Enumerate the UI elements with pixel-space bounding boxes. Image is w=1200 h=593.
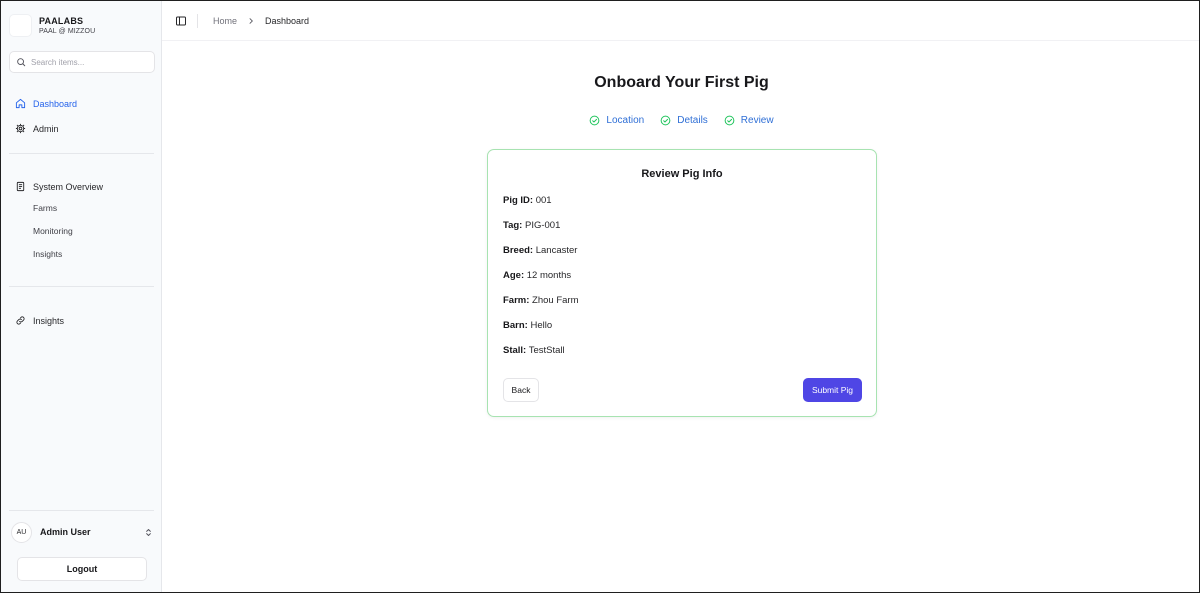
field-value: Hello: [530, 320, 553, 331]
sidebar: PAALABS PAAL @ MIZZOU Dashboard Admin Sy…: [1, 1, 162, 592]
main-content: Home Dashboard Onboard Your First Pig Lo…: [162, 1, 1199, 592]
brand-logo: [9, 14, 32, 37]
check-circle-icon: [724, 115, 735, 126]
sidebar-divider: [9, 510, 154, 511]
field-label: Breed:: [503, 245, 534, 256]
home-icon: [15, 98, 26, 109]
sidebar-subitem-monitoring[interactable]: Monitoring: [33, 226, 73, 236]
field-pig-id: Pig ID: 001: [503, 195, 552, 206]
link-icon: [16, 316, 25, 325]
field-label: Stall:: [503, 345, 527, 356]
document-icon: [16, 181, 25, 192]
avatar: AU: [11, 521, 32, 543]
sidebar-section-system-overview[interactable]: System Overview: [15, 181, 103, 192]
field-value: 12 months: [526, 270, 572, 281]
logout-button[interactable]: Logout: [17, 557, 147, 581]
sidebar-subitem-insights[interactable]: Insights: [33, 249, 62, 259]
breadcrumb: Home Dashboard: [213, 16, 309, 26]
step-label: Location: [606, 115, 645, 126]
field-breed: Breed: Lancaster: [503, 245, 577, 256]
step-label: Details: [677, 115, 708, 126]
sidebar-divider: [9, 153, 154, 154]
sidebar-item-admin[interactable]: Admin: [15, 123, 59, 134]
step-details[interactable]: Details: [660, 115, 708, 126]
back-button[interactable]: Back: [503, 378, 539, 402]
sidebar-toggle-icon[interactable]: [175, 15, 187, 27]
topbar: Home Dashboard: [162, 1, 1199, 41]
page-title: Onboard Your First Pig: [594, 74, 769, 91]
review-card: Review Pig Info Pig ID: 001 Tag: PIG-001…: [487, 149, 877, 417]
breadcrumb-home[interactable]: Home: [213, 16, 237, 26]
brand-subtitle: PAAL @ MIZZOU: [39, 28, 96, 35]
topbar-separator: [197, 13, 198, 28]
user-menu[interactable]: AU Admin User: [11, 521, 153, 543]
step-label: Review: [740, 115, 774, 126]
field-value: Zhou Farm: [532, 295, 579, 306]
sidebar-item-dashboard[interactable]: Dashboard: [15, 98, 77, 109]
step-location[interactable]: Location: [589, 115, 644, 126]
field-farm: Farm: Zhou Farm: [503, 295, 579, 306]
submit-pig-button[interactable]: Submit Pig: [803, 378, 862, 402]
card-title: Review Pig Info: [641, 168, 723, 180]
chevron-right-icon: [249, 17, 253, 24]
sidebar-section-label: System Overview: [33, 181, 104, 192]
stepper: Location Details Review: [162, 115, 1199, 126]
field-value: Lancaster: [535, 245, 578, 256]
field-age: Age: 12 months: [503, 270, 571, 281]
field-label: Farm:: [503, 295, 530, 306]
brand[interactable]: PAALABS PAAL @ MIZZOU: [1, 1, 161, 41]
sidebar-item-label: Admin: [33, 123, 59, 134]
sidebar-subitem-farms[interactable]: Farms: [33, 203, 57, 213]
gear-icon: [15, 123, 26, 134]
field-label: Tag:: [503, 220, 523, 231]
sidebar-item-label: Dashboard: [33, 98, 78, 109]
sidebar-divider: [9, 286, 154, 287]
chevron-up-down-icon: [146, 528, 151, 536]
field-value: TestStall: [528, 345, 565, 356]
brand-name: PAALABS: [39, 16, 84, 26]
search-box[interactable]: [9, 51, 155, 73]
field-label: Pig ID:: [503, 195, 534, 206]
field-value: PIG-001: [525, 220, 561, 231]
search-input[interactable]: [31, 57, 141, 67]
sidebar-item-insights[interactable]: Insights: [15, 315, 64, 326]
search-icon: [17, 58, 26, 67]
step-review[interactable]: Review: [724, 115, 774, 126]
breadcrumb-current: Dashboard: [265, 15, 310, 26]
sidebar-item-label: Insights: [33, 315, 65, 326]
app-window: PAALABS PAAL @ MIZZOU Dashboard Admin Sy…: [0, 0, 1200, 593]
field-stall: Stall: TestStall: [503, 345, 565, 356]
check-circle-icon: [590, 115, 600, 126]
field-label: Age:: [503, 270, 525, 281]
check-circle-icon: [660, 115, 671, 126]
field-value: 001: [535, 195, 552, 206]
user-name: Admin User: [40, 527, 91, 537]
field-tag: Tag: PIG-001: [503, 220, 560, 231]
field-barn: Barn: Hello: [503, 320, 552, 331]
field-label: Barn:: [503, 320, 528, 331]
